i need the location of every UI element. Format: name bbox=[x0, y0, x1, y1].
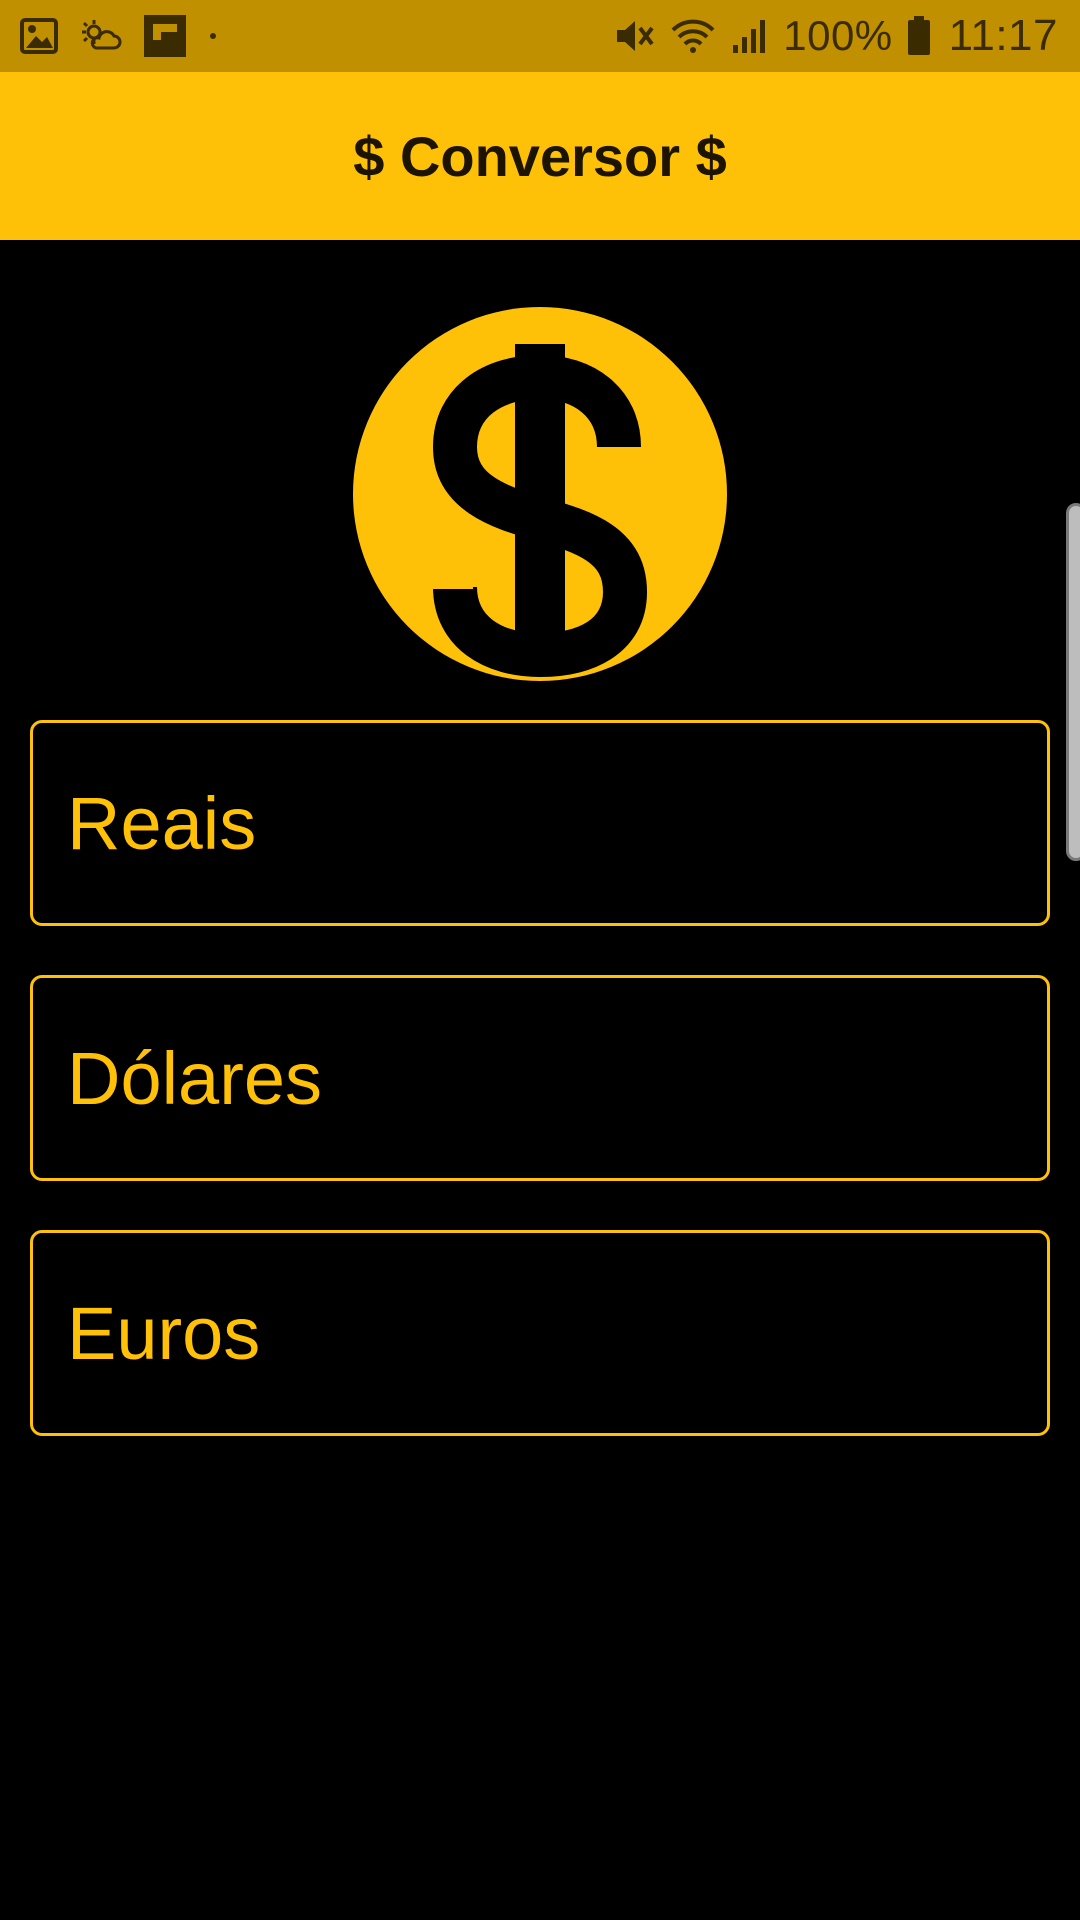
reais-placeholder: Reais bbox=[67, 781, 257, 865]
dollar-coin-icon bbox=[353, 307, 727, 681]
status-notifications bbox=[20, 15, 240, 57]
edge-panel-handle[interactable] bbox=[1066, 503, 1080, 861]
app-bar: $ Conversor $ bbox=[0, 72, 1080, 240]
battery-percentage: 100% bbox=[783, 12, 893, 59]
status-bar: 100% 11:17 bbox=[0, 0, 1080, 72]
dot-icon bbox=[210, 33, 216, 39]
signal-icon bbox=[733, 20, 766, 53]
battery-icon bbox=[907, 16, 930, 55]
wifi-icon bbox=[671, 19, 715, 53]
clock: 11:17 bbox=[948, 11, 1058, 60]
page-title: $ Conversor $ bbox=[353, 124, 727, 188]
weather-icon bbox=[82, 20, 122, 50]
flipboard-icon bbox=[144, 15, 186, 57]
euros-input[interactable]: Euros bbox=[30, 1230, 1050, 1436]
euros-placeholder: Euros bbox=[67, 1291, 261, 1375]
dolares-placeholder: Dólares bbox=[67, 1036, 322, 1120]
gallery-icon bbox=[20, 18, 58, 54]
dolares-input[interactable]: Dólares bbox=[30, 975, 1050, 1181]
status-system: 100% 11:17 bbox=[599, 11, 1058, 61]
mute-icon bbox=[617, 21, 654, 51]
reais-input[interactable]: Reais bbox=[30, 720, 1050, 926]
